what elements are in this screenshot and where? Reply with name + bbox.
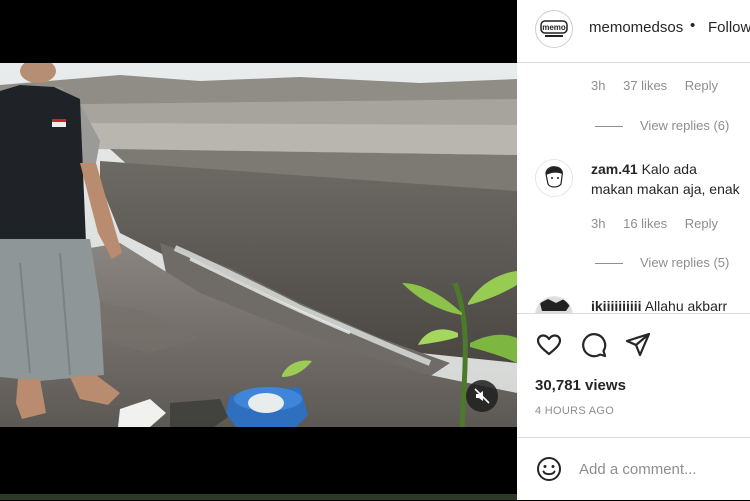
mute-toggle-button[interactable]: [466, 380, 498, 412]
video-still-image: [0, 63, 517, 427]
reply-button[interactable]: Reply: [685, 216, 718, 231]
comment-avatar[interactable]: [535, 159, 573, 197]
author-username[interactable]: memomedsos: [589, 19, 683, 36]
replies-divider: [595, 126, 623, 127]
comments-list[interactable]: 3h 37 likes Reply View replies (6) zam.4…: [517, 63, 750, 313]
comment-likes[interactable]: 16 likes: [623, 216, 667, 231]
comment-avatar[interactable]: [535, 296, 573, 313]
author-avatar[interactable]: memo: [535, 10, 573, 48]
heart-icon: [536, 334, 562, 356]
comment-username[interactable]: ikiiiiiiiiii: [591, 298, 642, 313]
separator-dot: •: [690, 17, 696, 34]
follow-button[interactable]: Follow: [708, 19, 750, 36]
avatar-icon: [536, 297, 572, 313]
comment-body: zam.41 Kalo ada makan makan aja, enak: [591, 159, 741, 199]
video-bottom-strip: [0, 494, 517, 500]
comment-meta: 3h 16 likes Reply: [591, 216, 732, 231]
view-replies-button[interactable]: View replies (6): [640, 118, 729, 133]
comment-body: ikiiiiiiiiii Allahu akbarr: [591, 296, 750, 313]
video-player[interactable]: [0, 0, 517, 500]
comment-username[interactable]: zam.41: [591, 161, 638, 177]
svg-text:memo: memo: [542, 23, 566, 32]
video-frame[interactable]: [0, 63, 517, 427]
post-timestamp[interactable]: 4 HOURS AGO: [535, 405, 614, 417]
view-replies-button[interactable]: View replies (5): [640, 255, 729, 270]
post-actions: 30,781 views 4 HOURS AGO: [517, 313, 750, 424]
comment-time: 3h: [591, 78, 606, 93]
like-button[interactable]: [535, 331, 563, 359]
view-count[interactable]: 30,781 views: [535, 377, 626, 394]
comment-time: 3h: [591, 216, 606, 231]
post-panel: memo memomedsos • Follow 3h 37 likes Rep…: [517, 0, 750, 500]
comment-likes[interactable]: 37 likes: [623, 78, 667, 93]
comment-button[interactable]: [580, 331, 608, 359]
post-header: memo memomedsos • Follow: [517, 0, 750, 63]
share-icon: [625, 332, 651, 357]
share-button[interactable]: [624, 331, 652, 359]
add-comment-bar: [517, 437, 750, 501]
memo-logo-icon: memo: [540, 20, 568, 37]
emoji-button[interactable]: [535, 455, 563, 483]
comment-text: Allahu akbarr: [644, 298, 728, 313]
replies-divider: [595, 263, 623, 264]
comment-icon: [582, 333, 607, 358]
reply-button[interactable]: Reply: [685, 78, 718, 93]
comment-meta: 3h 37 likes Reply: [591, 78, 732, 93]
cartoon-face-avatar-icon: [545, 166, 563, 188]
muted-speaker-icon: [474, 388, 490, 404]
emoji-icon: [537, 457, 561, 481]
add-comment-input[interactable]: [579, 458, 744, 480]
